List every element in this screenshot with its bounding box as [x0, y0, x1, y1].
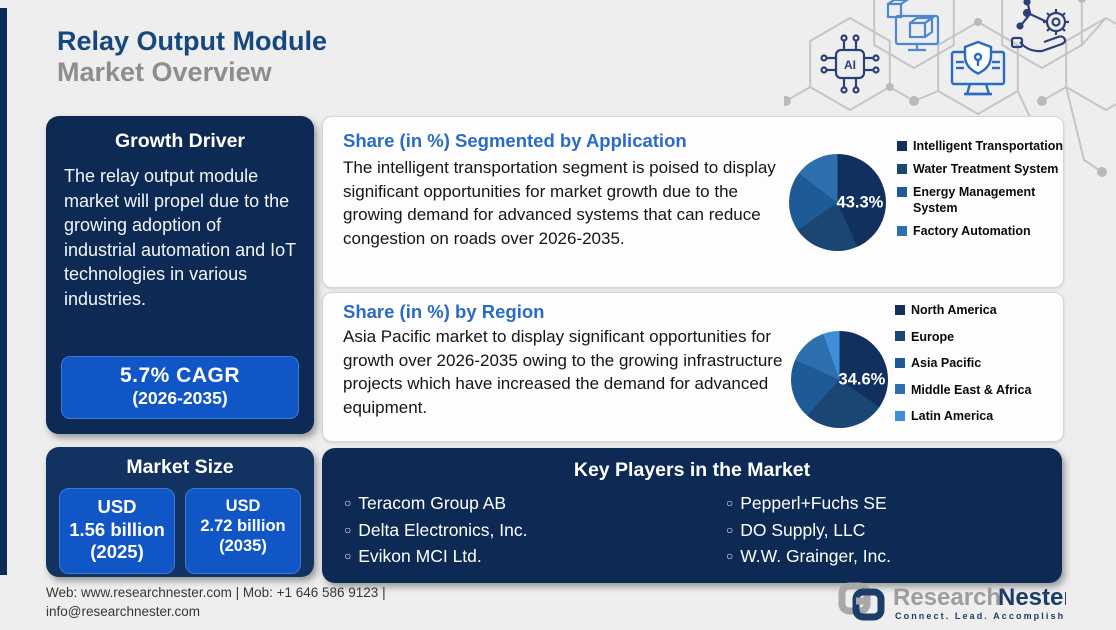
- key-player-item: DO Supply, LLC: [726, 517, 1062, 544]
- logo-tagline: Connect. Lead. Accomplish: [895, 611, 1065, 621]
- legend-swatch: [897, 140, 907, 151]
- legend-item: Intelligent Transportation: [897, 138, 1069, 154]
- ai-chip-icon: AI: [820, 34, 880, 94]
- key-player-item: Teracom Group AB: [344, 490, 680, 517]
- application-share-text: The intelligent transportation segment i…: [343, 158, 776, 248]
- application-legend: Intelligent Transportation Water Treatmen…: [897, 138, 1069, 239]
- legend-item: Asia Pacific: [895, 355, 1080, 371]
- logo-text-nester: Nester: [998, 584, 1066, 611]
- growth-driver-panel: Growth Driver The relay output module ma…: [46, 116, 314, 434]
- key-players-heading: Key Players in the Market: [573, 459, 811, 481]
- market-size-heading: Market Size: [126, 456, 234, 478]
- secure-monitor-icon: [950, 40, 1006, 96]
- application-pie-label: 43.3%: [836, 193, 884, 211]
- legend-item: Factory Automation: [897, 223, 1069, 239]
- market-size-2025-currency: USD: [97, 496, 137, 517]
- key-player-item: Pepperl+Fuchs SE: [726, 490, 1062, 517]
- page-title-line1: Relay Output Module: [57, 26, 327, 56]
- market-size-2035-year: (2035): [219, 537, 267, 556]
- key-players-panel: Key Players in the Market Teracom Group …: [322, 448, 1062, 583]
- legend-item: Latin America: [895, 408, 1080, 424]
- key-players-column-2: Pepperl+Fuchs SEDO Supply, LLCW.W. Grain…: [680, 490, 1062, 570]
- key-player-item: W.W. Grainger, Inc.: [726, 543, 1062, 570]
- left-accent-bar: [0, 8, 7, 575]
- cagr-period: (2026-2035): [132, 388, 228, 408]
- market-size-2025-value: 1.56 billion: [69, 518, 165, 540]
- chain-link-icon: [838, 582, 885, 621]
- legend-label: Energy Management System: [913, 185, 1036, 215]
- contact-line1: Web: www.researchnester.com | Mob: +1 64…: [46, 585, 386, 600]
- contact-info: Web: www.researchnester.com | Mob: +1 64…: [46, 584, 386, 621]
- region-share-text: Asia Pacific market to display significa…: [343, 327, 783, 417]
- legend-label: Asia Pacific: [911, 356, 982, 370]
- key-players-column-1: Teracom Group ABDelta Electronics, Inc.E…: [322, 490, 680, 570]
- legend-label: Middle East & Africa: [911, 382, 1032, 397]
- legend-label: Intelligent Transportation: [913, 139, 1064, 153]
- growth-driver-heading: Growth Driver: [114, 130, 246, 152]
- legend-swatch: [895, 331, 905, 341]
- legend-swatch: [895, 410, 905, 421]
- market-size-2035-value: 2.72 billion: [200, 517, 286, 536]
- legend-item: Water Treatment System: [897, 161, 1069, 177]
- legend-label: Water Treatment System: [913, 162, 1059, 176]
- legend-item: Europe: [895, 329, 1080, 345]
- key-player-item: Evikon MCI Ltd.: [344, 543, 680, 570]
- growth-driver-text: The relay output module market will prop…: [64, 166, 296, 309]
- legend-swatch: [897, 163, 907, 174]
- legend-item: Energy Management System: [897, 184, 1069, 216]
- legend-swatch: [895, 304, 905, 315]
- 3d-modeling-icon: [886, 0, 940, 52]
- logo-text-research: Research: [893, 584, 1001, 611]
- market-size-2025-year: (2025): [90, 541, 144, 563]
- key-players-columns: Teracom Group ABDelta Electronics, Inc.E…: [322, 490, 1062, 570]
- legend-label: Europe: [911, 329, 955, 344]
- automation-hand-icon: [1010, 0, 1069, 53]
- market-size-2025-card: USD 1.56 billion (2025): [59, 488, 175, 574]
- application-share-card: Share (in %) Segmented by Application Th…: [322, 116, 1064, 288]
- legend-label: Latin America: [911, 409, 994, 423]
- legend-swatch: [897, 186, 907, 197]
- cagr-value: 5.7% CAGR: [119, 364, 241, 387]
- market-size-2035-card: USD 2.72 billion (2035): [185, 488, 301, 574]
- legend-item: Middle East & Africa: [895, 382, 1080, 398]
- research-nester-logo: Research Nester Connect. Lead. Accomplis…: [838, 579, 1073, 630]
- legend-swatch: [897, 225, 907, 236]
- page-title: Relay Output Module Market Overview: [57, 26, 327, 88]
- legend-label: North America: [911, 303, 997, 317]
- page-title-line2: Market Overview: [57, 57, 272, 87]
- region-share-card: Share (in %) by Region Asia Pacific mark…: [322, 292, 1064, 442]
- legend-swatch: [895, 384, 905, 394]
- market-size-panel: Market Size USD 1.56 billion (2025) USD …: [46, 447, 314, 577]
- market-size-cards: USD 1.56 billion (2025) USD 2.72 billion…: [59, 488, 301, 574]
- region-pie-chart: 34.6%: [791, 331, 888, 428]
- svg-text:AI: AI: [844, 58, 856, 72]
- cagr-badge: 5.7% CAGR (2026-2035): [61, 356, 299, 419]
- market-size-2035-currency: USD: [225, 497, 261, 515]
- contact-line2: info@researchnester.com: [46, 603, 201, 619]
- legend-label: Factory Automation: [913, 224, 1031, 238]
- legend-swatch: [895, 357, 905, 368]
- region-legend: North America Europe Asia Pacific Middle Ea…: [895, 302, 1080, 424]
- legend-item: North America: [895, 302, 1080, 318]
- key-player-item: Delta Electronics, Inc.: [344, 517, 680, 544]
- application-pie-chart: 43.3%: [789, 154, 886, 251]
- infographic-canvas: AI Relay Output Module Market Overview G…: [0, 0, 1116, 628]
- region-pie-label: 34.6%: [838, 370, 886, 388]
